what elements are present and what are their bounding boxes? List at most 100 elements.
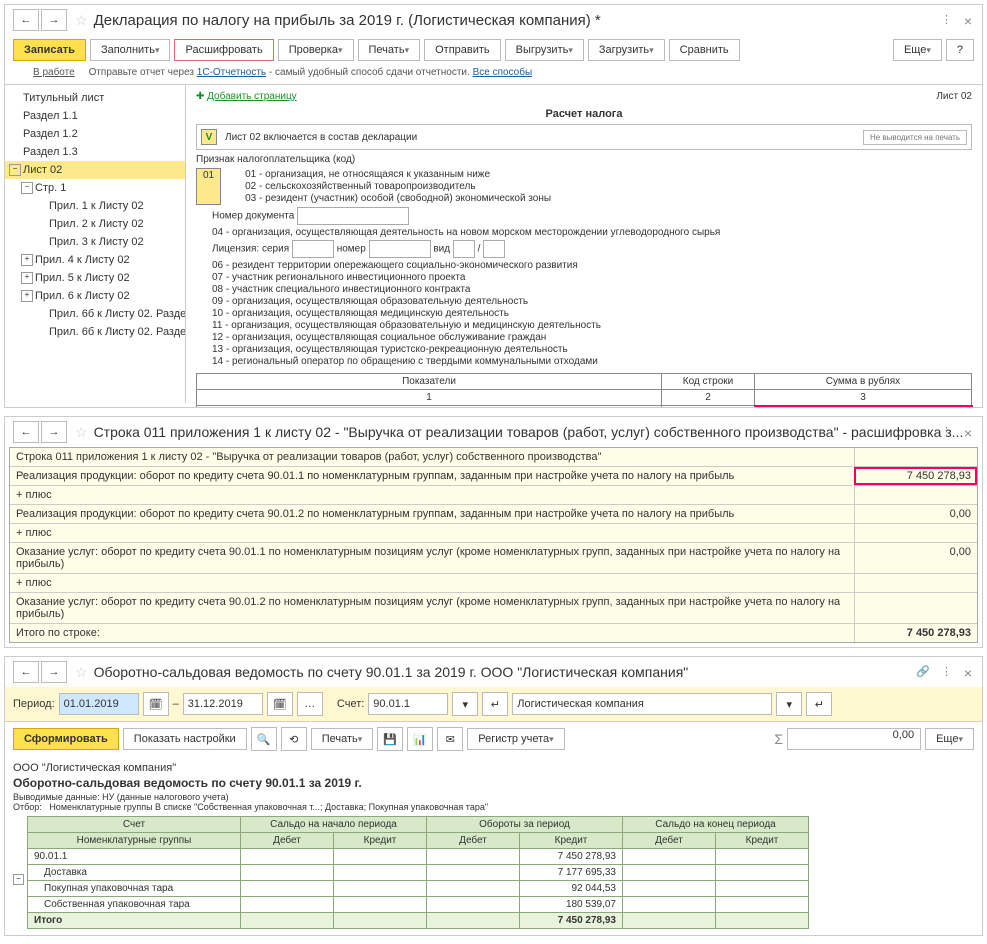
account-select-button[interactable]: ▾ bbox=[452, 692, 478, 716]
expand-icon[interactable]: + bbox=[21, 272, 33, 284]
collapse-icon[interactable]: − bbox=[21, 182, 33, 194]
favorite-icon[interactable]: ☆ bbox=[75, 12, 88, 29]
compare-button[interactable]: Сравнить bbox=[669, 39, 740, 61]
lic-type-field[interactable] bbox=[453, 240, 475, 258]
lic-number-field[interactable] bbox=[369, 240, 431, 258]
forward-button[interactable]: → bbox=[41, 421, 67, 443]
more-button[interactable]: Еще bbox=[925, 728, 974, 750]
tree-item[interactable]: Раздел 1.3 bbox=[5, 143, 185, 161]
docnum-field[interactable] bbox=[297, 207, 409, 225]
date-from-field[interactable]: 01.01.2019 bbox=[59, 693, 139, 715]
tree-item-selected[interactable]: −Лист 02 bbox=[5, 161, 185, 179]
upload-button[interactable]: Выгрузить bbox=[505, 39, 584, 61]
row010-value[interactable]: 7 450 279 bbox=[755, 406, 972, 408]
tree-item[interactable]: Титульный лист bbox=[5, 89, 185, 107]
link-icon[interactable]: 🔗 bbox=[916, 665, 930, 678]
page-title: Декларация по налогу на прибыль за 2019 … bbox=[94, 12, 601, 29]
lic-series-field[interactable] bbox=[292, 240, 334, 258]
send-button[interactable]: Отправить bbox=[424, 39, 501, 61]
taxpayer-sign-label: Признак налогоплательщика (код) bbox=[196, 154, 972, 165]
show-settings-button[interactable]: Показать настройки bbox=[123, 728, 247, 750]
status-label[interactable]: В работе bbox=[33, 67, 75, 78]
tree-item[interactable]: −Стр. 1 bbox=[5, 179, 185, 197]
report-area: ООО "Логистическая компания" Оборотно-са… bbox=[5, 756, 982, 935]
forward-button[interactable]: → bbox=[41, 661, 67, 683]
add-page-link[interactable]: Добавить страницу bbox=[207, 91, 297, 102]
expand-icon[interactable]: + bbox=[21, 254, 33, 266]
noprint-button[interactable]: Не выводится на печать bbox=[863, 130, 967, 145]
fill-button[interactable]: Заполнить bbox=[90, 39, 171, 61]
org-open-button[interactable]: ↵ bbox=[806, 692, 832, 716]
tree-item[interactable]: Раздел 1.1 bbox=[5, 107, 185, 125]
indicators-table: ПоказателиКод строкиСумма в рублях 123 Д… bbox=[196, 373, 972, 407]
collapse-icon[interactable]: − bbox=[13, 874, 24, 885]
table-row[interactable]: Доставка7 177 695,33 bbox=[28, 865, 809, 881]
back-button[interactable]: ← bbox=[13, 421, 39, 443]
tree-item[interactable]: Прил. 3 к Листу 02 bbox=[5, 233, 185, 251]
help-button[interactable]: ? bbox=[946, 39, 974, 61]
more-icon[interactable]: ⋮ bbox=[941, 665, 952, 678]
all-methods-link[interactable]: Все способы bbox=[473, 67, 533, 78]
tree-item[interactable]: +Прил. 4 к Листу 02 bbox=[5, 251, 185, 269]
back-button[interactable]: ← bbox=[13, 9, 39, 31]
report-title: Оборотно-сальдовая ведомость по счету 90… bbox=[13, 776, 974, 790]
table-row[interactable]: 90.01.17 450 278,93 bbox=[28, 849, 809, 865]
org-select-button[interactable]: ▾ bbox=[776, 692, 802, 716]
tree-item[interactable]: Прил. 2 к Листу 02 bbox=[5, 215, 185, 233]
save-button[interactable]: Записать bbox=[13, 39, 86, 61]
download-button[interactable]: Загрузить bbox=[588, 39, 665, 61]
print-button[interactable]: Печать bbox=[358, 39, 421, 61]
date-to-field[interactable]: 31.12.2019 bbox=[183, 693, 263, 715]
breakdown-table: Строка 011 приложения 1 к листу 02 - "Вы… bbox=[9, 447, 978, 643]
report-org: ООО "Логистическая компания" bbox=[13, 762, 974, 774]
osv-table[interactable]: Счет Сальдо на начало периода Обороты за… bbox=[27, 816, 809, 929]
reporting-link[interactable]: 1С-Отчетность bbox=[197, 67, 266, 78]
osv-panel: ← → ☆ Оборотно-сальдовая ведомость по сч… bbox=[4, 656, 983, 936]
collapse-icon[interactable]: − bbox=[9, 164, 21, 176]
include-label: Лист 02 включается в состав декларации bbox=[225, 132, 417, 143]
account-open-button[interactable]: ↵ bbox=[482, 692, 508, 716]
search-icon[interactable]: 🔍 bbox=[251, 727, 277, 751]
account-field[interactable]: 90.01.1 bbox=[368, 693, 448, 715]
code-field[interactable]: 01 bbox=[196, 168, 221, 205]
breakdown-title: Строка 011 приложения 1 к листу 02 - "Вы… bbox=[94, 424, 964, 440]
decode-button[interactable]: Расшифровать bbox=[174, 39, 273, 61]
tree-item[interactable]: +Прил. 6 к Листу 02 bbox=[5, 287, 185, 305]
sheet-label: Лист 02 bbox=[936, 91, 972, 102]
check-button[interactable]: Проверка bbox=[278, 39, 354, 61]
print-button[interactable]: Печать bbox=[311, 728, 374, 750]
org-field[interactable]: Логистическая компания bbox=[512, 693, 772, 715]
mail-icon[interactable]: ✉ bbox=[437, 727, 463, 751]
tree-item[interactable]: +Прил. 5 к Листу 02 bbox=[5, 269, 185, 287]
favorite-icon[interactable]: ☆ bbox=[75, 424, 88, 441]
tree-item[interactable]: Прил. 6б к Листу 02. Раздел Б bbox=[5, 323, 185, 341]
chart-icon[interactable]: 📊 bbox=[407, 727, 433, 751]
restore-icon[interactable]: ⟲ bbox=[281, 727, 307, 751]
back-button[interactable]: ← bbox=[13, 661, 39, 683]
calendar-icon[interactable]: 🗓 bbox=[143, 692, 169, 716]
close-icon[interactable]: × bbox=[964, 425, 972, 441]
expand-icon[interactable]: + bbox=[21, 290, 33, 302]
breakdown-value-1[interactable]: 7 450 278,93 bbox=[854, 467, 977, 485]
tree-item[interactable]: Прил. 6б к Листу 02. Раздел А bbox=[5, 305, 185, 323]
more-icon[interactable]: ⋮ bbox=[941, 13, 952, 26]
lic-type2-field[interactable] bbox=[483, 240, 505, 258]
close-icon[interactable]: × bbox=[964, 665, 972, 681]
favorite-icon[interactable]: ☆ bbox=[75, 664, 88, 681]
sigma-icon[interactable]: Σ bbox=[774, 731, 783, 747]
more-icon[interactable]: ⋮ bbox=[941, 425, 952, 438]
generate-button[interactable]: Сформировать bbox=[13, 728, 119, 750]
tree-item[interactable]: Раздел 1.2 bbox=[5, 125, 185, 143]
tree-item[interactable]: Прил. 1 к Листу 02 bbox=[5, 197, 185, 215]
period-picker-button[interactable]: … bbox=[297, 692, 323, 716]
table-row[interactable]: Собственная упаковочная тара180 539,07 bbox=[28, 897, 809, 913]
close-icon[interactable]: × bbox=[964, 13, 972, 29]
register-button[interactable]: Регистр учета bbox=[467, 728, 564, 750]
calendar-icon[interactable]: 🗓 bbox=[267, 692, 293, 716]
more-button[interactable]: Еще bbox=[893, 39, 942, 61]
save-icon[interactable]: 💾 bbox=[377, 727, 403, 751]
table-total-row: Итого7 450 278,93 bbox=[28, 913, 809, 929]
include-checkbox[interactable]: V bbox=[201, 129, 217, 145]
sections-tree[interactable]: Титульный лист Раздел 1.1 Раздел 1.2 Раз… bbox=[5, 85, 186, 403]
forward-button[interactable]: → bbox=[41, 9, 67, 31]
